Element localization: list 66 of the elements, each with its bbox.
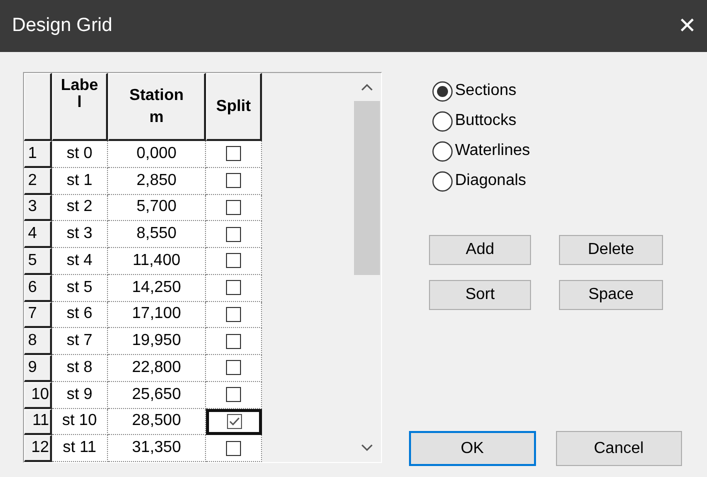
table-cell: 2,850	[108, 168, 206, 194]
table-cell: st 2	[52, 194, 108, 222]
checkbox[interactable]	[226, 440, 241, 456]
table-cell: 0,000	[108, 141, 206, 168]
table-cell: st 4	[52, 248, 108, 275]
checkbox[interactable]	[226, 280, 241, 296]
table-cell: 5,700	[108, 194, 206, 222]
column-header[interactable]: Split	[206, 73, 262, 141]
action-button[interactable]: Sort	[429, 280, 531, 310]
table-cell: 25,650	[108, 382, 206, 408]
table-cell: st 3	[52, 221, 108, 248]
table-cell: st 9	[52, 382, 108, 408]
radio-button[interactable]: Diagonals	[432, 169, 682, 193]
table-cell: st 7	[52, 328, 108, 355]
row-header[interactable]: 8	[24, 328, 52, 355]
table-cell: 31,350	[108, 435, 206, 462]
radio-button[interactable]: Buttocks	[432, 109, 682, 133]
window-title: Design Grid	[12, 15, 112, 37]
checkbox[interactable]	[226, 414, 242, 430]
column-header[interactable]: Label	[52, 73, 108, 141]
table-cell: st 5	[52, 274, 108, 302]
table-cell: 17,100	[108, 302, 206, 328]
table-cell: st 6	[52, 302, 108, 328]
table-cell: st 8	[52, 355, 108, 382]
row-header[interactable]: 12	[24, 435, 52, 462]
action-button[interactable]: Add	[429, 235, 531, 265]
dialog-button[interactable]: Cancel	[556, 431, 682, 466]
action-button[interactable]: Space	[559, 280, 663, 310]
table-cell: st 0	[52, 141, 108, 168]
table-cell: 11,400	[108, 248, 206, 275]
table-cell: 28,500	[108, 408, 206, 436]
row-header[interactable]: 10	[24, 382, 52, 408]
dialog-button[interactable]: OK	[409, 431, 536, 466]
checkbox[interactable]	[226, 306, 241, 322]
row-header[interactable]: 11	[24, 408, 52, 436]
checkbox[interactable]	[226, 173, 241, 188]
checkbox[interactable]	[226, 334, 241, 349]
row-header[interactable]: 3	[24, 194, 52, 222]
row-header[interactable]: 7	[24, 302, 52, 328]
scroll-down-icon[interactable]	[361, 444, 373, 452]
checkbox[interactable]	[226, 146, 241, 162]
checkbox[interactable]	[226, 253, 241, 268]
row-header[interactable]: 1	[24, 141, 52, 168]
row-header[interactable]: 2	[24, 168, 52, 194]
column-header[interactable]: Station m	[108, 73, 206, 141]
action-button[interactable]: Delete	[559, 235, 663, 265]
table-cell: 14,250	[108, 274, 206, 302]
row-header[interactable]: 5	[24, 248, 52, 275]
checkbox[interactable]	[226, 387, 241, 402]
row-header[interactable]: 4	[24, 221, 52, 248]
scroll-thumb[interactable]	[354, 101, 380, 275]
table-cell: 8,550	[108, 221, 206, 248]
row-header[interactable]: 9	[24, 355, 52, 382]
radio-button[interactable]: Sections	[432, 79, 682, 103]
table-cell: 22,800	[108, 355, 206, 382]
table-cell: st 1	[52, 168, 108, 194]
table-cell: st 11	[52, 435, 108, 462]
checkbox[interactable]	[226, 360, 241, 376]
row-header[interactable]: 6	[24, 274, 52, 302]
scroll-up-icon[interactable]	[361, 83, 373, 91]
checkbox[interactable]	[226, 200, 241, 215]
table-cell: st 10	[52, 408, 108, 436]
radio-button[interactable]: Waterlines	[432, 139, 682, 163]
table-cell: 19,950	[108, 328, 206, 355]
close-button[interactable]: ✕	[667, 0, 707, 52]
checkbox[interactable]	[226, 226, 241, 242]
